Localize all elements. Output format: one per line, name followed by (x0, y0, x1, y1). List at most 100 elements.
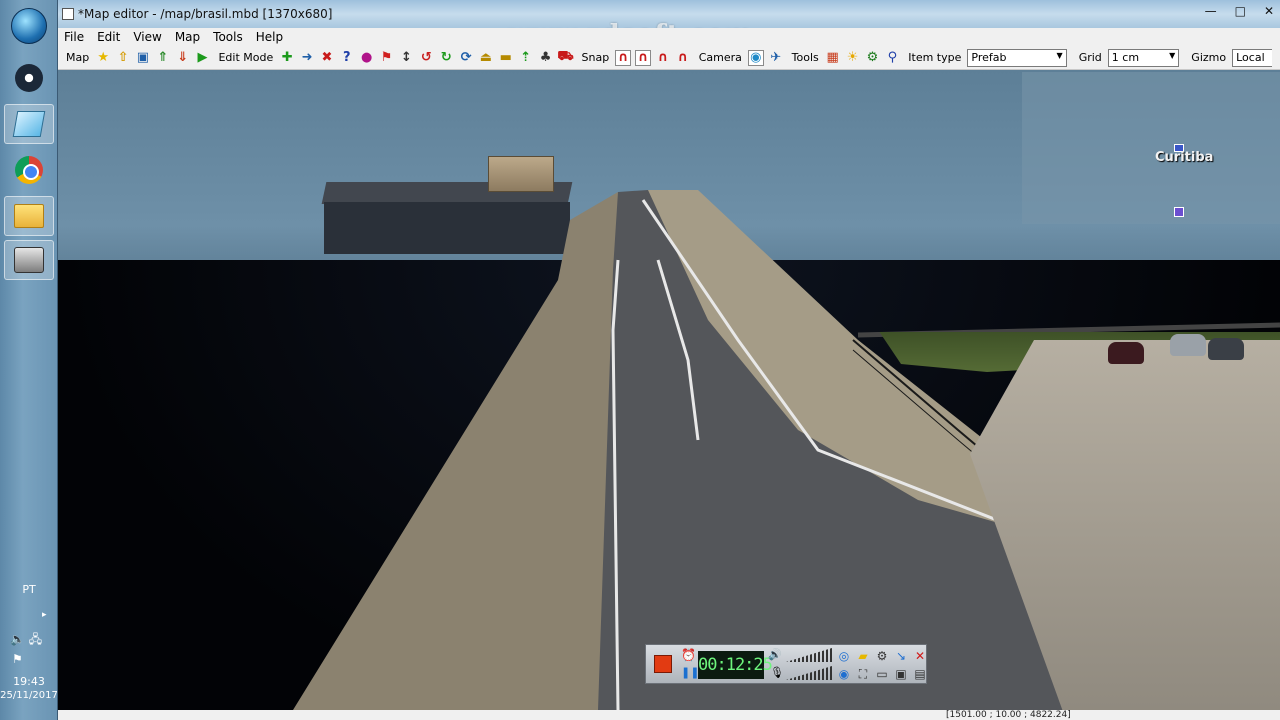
menu-map[interactable]: Map (175, 30, 200, 44)
steam-icon (15, 64, 43, 92)
mic-volume-slider[interactable] (786, 666, 832, 680)
chevron-down-icon: ▼ (1169, 50, 1176, 60)
parked-car-dark (1208, 338, 1244, 360)
speaker-icon[interactable]: 🔊 (768, 648, 782, 661)
add-icon[interactable]: ✚ (279, 50, 295, 66)
truck-icon (14, 247, 44, 273)
refresh-icon[interactable]: ⟳ (458, 50, 474, 66)
download-icon[interactable]: ⇓ (175, 50, 191, 66)
toolbar: Map ★ ⇧ ▣ ⇑ ⇓ ▶ Edit Mode ✚ ➜ ✖ ? ● ⚑ ↕ … (58, 46, 1280, 70)
grid-select[interactable]: 1 cm ▼ (1107, 48, 1180, 67)
open-folder-icon[interactable]: ▰ (855, 648, 871, 664)
item-type-select[interactable]: Prefab ▼ (967, 48, 1067, 67)
menu-tools[interactable]: Tools (213, 30, 243, 44)
upload-icon[interactable]: ⇑ (155, 50, 171, 66)
taskbar-truck-simulator[interactable] (4, 240, 54, 280)
camera-coordinates: [1501.00 ; 10.00 ; 4822.24] (946, 710, 1071, 720)
car-icon[interactable]: ⛟ (557, 49, 573, 66)
menu-help[interactable]: Help (256, 30, 283, 44)
region-icon[interactable]: ▭ (874, 666, 890, 682)
minimize-button[interactable]: — (1205, 4, 1217, 18)
windows-logo-icon (11, 8, 47, 44)
snap-magnet-icon[interactable]: ∩ (615, 49, 632, 66)
snap-magnet-2-icon[interactable]: ∩ (635, 49, 651, 66)
window-icon (62, 8, 74, 20)
height-icon[interactable]: ↕ (399, 50, 415, 66)
move-arrow-icon[interactable]: ➜ (299, 50, 315, 66)
clock-date[interactable]: 25/11/2017 (0, 690, 58, 701)
chevron-down-icon: ▼ (1056, 50, 1063, 60)
app-icon (12, 111, 46, 137)
window-title: *Map editor - /map/brasil.mbd [1370x680] (78, 7, 333, 21)
grid-value: 1 cm (1111, 50, 1140, 64)
open-icon[interactable]: ⇧ (115, 50, 131, 66)
collapse-icon[interactable]: ↘ (893, 648, 909, 664)
tray-expand-icon[interactable]: ▸ (42, 610, 47, 620)
rotate-right-icon[interactable]: ↻ (438, 50, 454, 66)
3d-viewport[interactable]: Curitiba ⏰ ❚❚ 00:12:25 🔊 🎙 ◎ ▰ ⚙ ↘ ✕ ◉ ⛶ (58, 70, 1280, 710)
gizmo-select[interactable]: Local (1232, 48, 1272, 67)
close-recorder-icon[interactable]: ✕ (912, 648, 928, 664)
taskbar-app[interactable] (4, 104, 54, 144)
item-type-value: Prefab (971, 50, 1007, 64)
taskbar-explorer[interactable] (4, 196, 54, 236)
pause-button[interactable]: ❚❚ (681, 666, 699, 679)
search-icon[interactable]: ⚲ (884, 50, 900, 66)
grid-tool-icon[interactable]: ▦ (825, 50, 841, 66)
play-icon[interactable]: ▶ (195, 50, 211, 66)
help-icon[interactable]: ? (339, 50, 355, 66)
fullscreen-icon[interactable]: ⛶ (855, 666, 871, 682)
sun-icon[interactable]: ☀ (845, 50, 861, 66)
action-center-flag-icon[interactable]: ⚑ (12, 652, 23, 666)
raise-icon[interactable]: ⏏ (478, 50, 494, 66)
screen-icon[interactable]: ▤ (912, 666, 928, 682)
terrain-up-icon[interactable]: ⇡ (518, 50, 534, 66)
taskbar-steam[interactable] (4, 58, 54, 98)
camera-globe-icon[interactable]: ◉ (747, 49, 764, 66)
left-sidewalk (293, 192, 633, 710)
camera-bird-icon[interactable]: ✈ (768, 50, 784, 66)
webcam-icon[interactable]: ◎ (836, 648, 852, 664)
alarm-clock-icon[interactable]: ⏰ (681, 648, 696, 662)
flag-icon[interactable]: ⚑ (379, 50, 395, 66)
screen-recorder-widget: ⏰ ❚❚ 00:12:25 🔊 🎙 ◎ ▰ ⚙ ↘ ✕ ◉ ⛶ ▭ ▣ ▤ (645, 644, 927, 684)
toolbar-edit-mode-label: Edit Mode (218, 51, 274, 64)
ruler-icon[interactable]: ▬ (498, 50, 514, 66)
cursor-icon[interactable]: ◉ (836, 666, 852, 682)
record-stop-button[interactable] (654, 655, 672, 673)
clock-time[interactable]: 19:43 (0, 675, 58, 688)
settings-icon[interactable]: ⚙ (874, 648, 890, 664)
recording-timer: 00:12:25 (698, 651, 773, 679)
toolbar-item-type-label: Item type (908, 51, 962, 64)
start-button[interactable] (4, 6, 54, 46)
star-icon[interactable]: ★ (95, 50, 111, 66)
tree-icon[interactable]: ♣ (538, 50, 554, 66)
rotate-left-icon[interactable]: ↺ (418, 50, 434, 66)
map-editor-window: *Map editor - /map/brasil.mbd [1370x680]… (58, 0, 1280, 720)
parked-car-red (1108, 342, 1144, 364)
monitor-icon[interactable]: ▣ (893, 666, 909, 682)
microphone-icon[interactable]: 🎙 (770, 666, 784, 679)
menu-view[interactable]: View (133, 30, 161, 44)
chrome-icon (15, 156, 43, 184)
menu-file[interactable]: File (64, 30, 84, 44)
speaker-volume-slider[interactable] (786, 648, 832, 662)
language-indicator[interactable]: PT (0, 583, 58, 596)
toolbar-tools-label: Tools (791, 51, 819, 64)
snap-magnet-3-icon[interactable]: ∩ (655, 50, 671, 66)
folder-icon (14, 204, 44, 228)
gear-icon[interactable]: ⚙ (865, 50, 881, 66)
close-button[interactable]: ✕ (1264, 4, 1274, 18)
network-icon[interactable]: 🖧 (29, 632, 42, 646)
taskbar-chrome[interactable] (4, 150, 54, 190)
info-icon[interactable]: ● (359, 50, 375, 66)
toolbar-snap-label: Snap (581, 51, 610, 64)
delete-icon[interactable]: ✖ (319, 50, 335, 66)
volume-icon[interactable]: 🔈 (10, 632, 25, 646)
snap-magnet-4-icon[interactable]: ∩ (675, 50, 691, 66)
menu-edit[interactable]: Edit (97, 30, 120, 44)
save-icon[interactable]: ▣ (135, 50, 151, 66)
toolbar-map-label: Map (66, 51, 90, 64)
maximize-button[interactable]: □ (1235, 4, 1246, 18)
minimap[interactable]: Curitiba (1022, 72, 1280, 224)
